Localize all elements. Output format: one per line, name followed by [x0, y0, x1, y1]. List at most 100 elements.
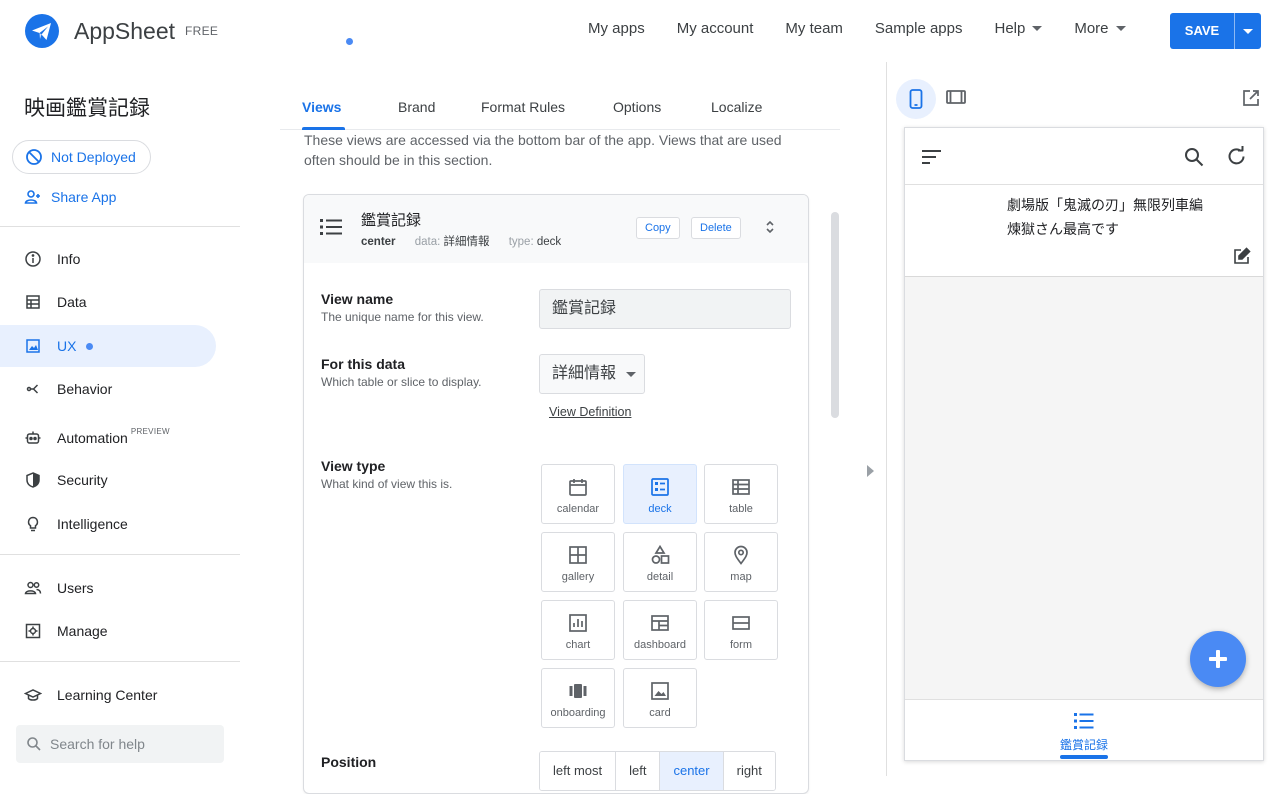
delete-button[interactable]: Delete: [691, 217, 741, 239]
view-type-value: deck: [536, 236, 562, 248]
form-icon: [731, 613, 751, 633]
tab-brand[interactable]: Brand: [398, 99, 435, 115]
view-position-value: center: [361, 236, 396, 248]
view-type-card[interactable]: card: [623, 668, 697, 728]
view-type-detail[interactable]: detail: [623, 532, 697, 592]
view-meta: center data: 詳細情報 type: deck: [361, 233, 561, 249]
tab-format-rules[interactable]: Format Rules: [481, 99, 565, 115]
help-search-input[interactable]: [50, 736, 220, 752]
gallery-icon: [568, 545, 588, 565]
view-name-help: The unique name for this view.: [321, 310, 484, 324]
collapse-preview-arrow-icon[interactable]: [867, 465, 874, 477]
view-type-label-dashboard: dashboard: [634, 639, 686, 651]
view-type-help: What kind of view this is.: [321, 477, 453, 491]
deck-row-secondary-text: 煉獄さん最高です: [1007, 221, 1119, 237]
tab-localize[interactable]: Localize: [711, 99, 762, 115]
appsheet-logo[interactable]: AppSheet FREE: [24, 13, 218, 49]
view-type-deck[interactable]: deck: [623, 464, 697, 524]
tab-views[interactable]: Views: [302, 99, 341, 115]
view-type-chart[interactable]: chart: [541, 600, 615, 660]
ux-tabs: Views Brand Format Rules Options Localiz…: [280, 62, 840, 130]
search-icon[interactable]: [1184, 147, 1204, 167]
deck-row[interactable]: 劇場版「鬼滅の刃」無限列車編 煉獄さん最高です: [905, 185, 1263, 277]
view-type-label-map: map: [730, 571, 752, 583]
behavior-icon: [24, 380, 42, 398]
edit-icon[interactable]: [1233, 247, 1251, 265]
deck-icon: [650, 477, 670, 497]
nav-sample-apps[interactable]: Sample apps: [875, 20, 963, 37]
view-type-table[interactable]: table: [704, 464, 778, 524]
list-icon: [320, 217, 342, 237]
nav-my-apps[interactable]: My apps: [588, 20, 645, 37]
position-left-most[interactable]: left most: [540, 752, 617, 790]
nav-help-menu[interactable]: Help: [994, 20, 1043, 37]
save-split-button: SAVE: [1170, 13, 1261, 49]
sidebar-item-info[interactable]: Info: [0, 238, 216, 280]
tablet-preview-icon[interactable]: [946, 89, 966, 105]
sidebar-item-label: Behavior: [57, 381, 113, 397]
sidebar-item-label: Info: [57, 251, 81, 267]
caret-down-icon: [626, 372, 636, 377]
editor-scrollbar[interactable]: [831, 212, 839, 418]
sidebar-item-label: Manage: [57, 623, 108, 639]
view-name-input[interactable]: 鑑賞記録: [539, 289, 791, 329]
caret-down-icon: [1243, 28, 1253, 34]
save-button[interactable]: SAVE: [1170, 13, 1234, 49]
open-in-new-icon[interactable]: [1242, 89, 1260, 107]
sidebar-divider: [0, 226, 240, 227]
sidebar-item-security[interactable]: Security: [0, 459, 216, 501]
sidebar-item-label: Security: [57, 472, 108, 488]
mobile-preview-button[interactable]: [896, 79, 936, 119]
nav-my-account[interactable]: My account: [677, 20, 754, 37]
position-right[interactable]: right: [723, 752, 775, 790]
nav-more-menu[interactable]: More: [1074, 20, 1126, 37]
view-type-label-table: table: [729, 503, 753, 515]
bottom-nav-view-label[interactable]: 鑑賞記録: [905, 736, 1263, 753]
sidebar-item-ux[interactable]: UX: [0, 325, 216, 367]
sort-menu-icon[interactable]: [922, 149, 942, 165]
list-icon: [1074, 712, 1094, 730]
view-type-label-detail: detail: [646, 571, 674, 583]
view-definition-link[interactable]: View Definition: [549, 405, 631, 419]
sidebar-item-users[interactable]: Users: [0, 567, 216, 609]
view-type-calendar[interactable]: calendar: [541, 464, 615, 524]
view-type-map[interactable]: map: [704, 532, 778, 592]
expand-collapse-icon[interactable]: [765, 220, 775, 234]
sidebar-item-behavior[interactable]: Behavior: [0, 368, 216, 410]
share-app-button[interactable]: Share App: [24, 189, 116, 205]
refresh-icon[interactable]: [1226, 146, 1247, 167]
save-options-button[interactable]: [1234, 13, 1261, 49]
for-data-select[interactable]: 詳細情報: [539, 354, 645, 394]
view-type-key: type:: [508, 236, 534, 248]
view-type-onboarding[interactable]: onboarding: [541, 668, 615, 728]
nav-my-team[interactable]: My team: [785, 20, 843, 37]
view-type-label-calendar: calendar: [556, 503, 600, 515]
users-icon: [24, 579, 42, 597]
add-record-button[interactable]: [1190, 631, 1246, 687]
sidebar-item-intelligence[interactable]: Intelligence: [0, 503, 216, 545]
sidebar: 映画鑑賞記録 Not Deployed Share App Info Data: [0, 62, 240, 776]
sidebar-item-label: UX: [57, 338, 77, 354]
position-left[interactable]: left: [616, 752, 661, 790]
view-type-label-card: card: [649, 707, 671, 719]
sidebar-item-manage[interactable]: Manage: [0, 610, 216, 652]
view-type-gallery[interactable]: gallery: [541, 532, 615, 592]
sidebar-item-learning-center[interactable]: Learning Center: [0, 674, 216, 716]
view-type-form[interactable]: form: [704, 600, 778, 660]
position-center[interactable]: center: [660, 752, 724, 790]
view-card-header[interactable]: 鑑賞記録 center data: 詳細情報 type: deck Copy D…: [304, 195, 808, 263]
deploy-status-button[interactable]: Not Deployed: [12, 140, 151, 174]
bar-chart-icon: [568, 613, 588, 633]
logo-name: AppSheet: [74, 17, 176, 44]
section-description: These views are accessed via the bottom …: [304, 132, 782, 168]
view-type-dashboard[interactable]: dashboard: [623, 600, 697, 660]
not-deployed-icon: [25, 148, 43, 166]
sidebar-item-data[interactable]: Data: [0, 281, 216, 323]
shield-icon: [24, 471, 42, 489]
sidebar-item-automation[interactable]: Automation PREVIEW: [0, 417, 216, 459]
lightbulb-icon: [24, 515, 42, 533]
tab-options[interactable]: Options: [613, 99, 661, 115]
top-bar: AppSheet FREE My apps My account My team…: [0, 0, 1280, 62]
copy-button[interactable]: Copy: [636, 217, 680, 239]
nav-help-label: Help: [994, 20, 1026, 37]
